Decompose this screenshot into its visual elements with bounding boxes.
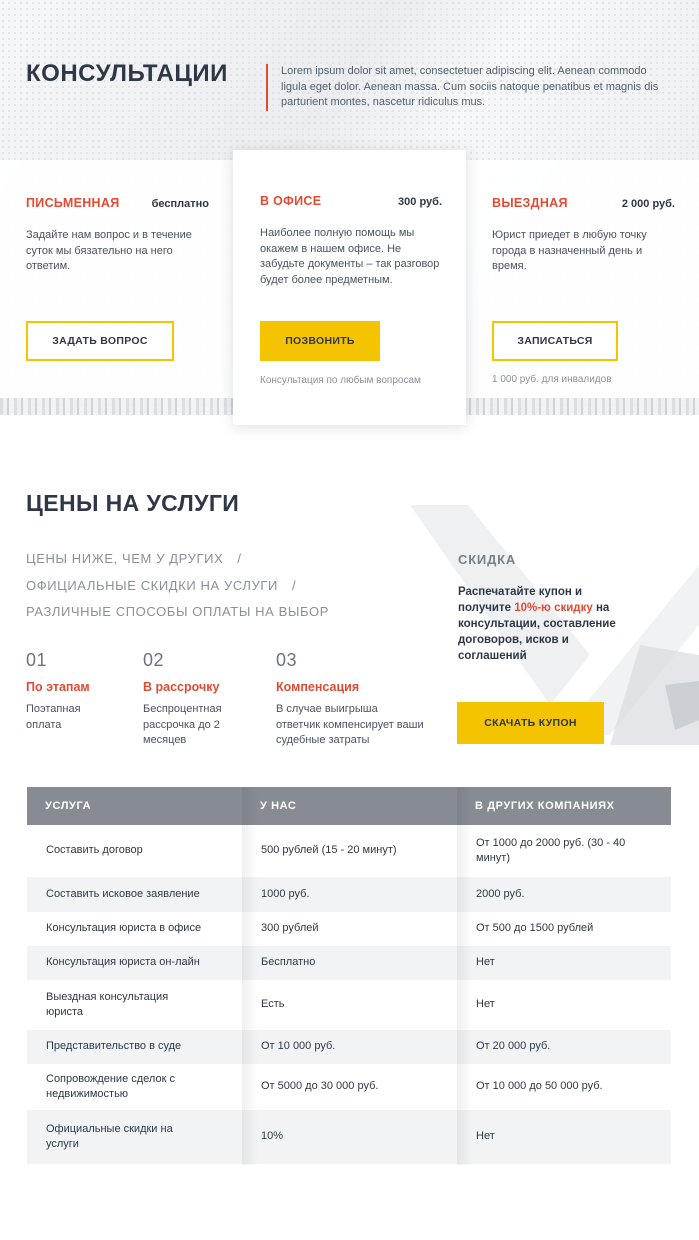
table-cell: От 10 000 до 50 000 руб.: [476, 1080, 603, 1093]
benefit-item: ЦЕНЫ НИЖЕ, ЧЕМ У ДРУГИХ /: [26, 551, 242, 566]
table-cell: От 500 до 1500 рублей: [476, 922, 594, 935]
table-header-ours: У НАС: [242, 787, 457, 825]
benefit-text: РАЗЛИЧНЫЕ СПОСОБЫ ОПЛАТЫ НА ВЫБОР: [26, 604, 329, 619]
prices-title: ЦЕНЫ НА УСЛУГИ: [26, 490, 240, 516]
table-cell: Есть: [261, 998, 285, 1011]
step-number: 01: [26, 650, 48, 670]
step-description: Поэтапная оплата: [26, 703, 81, 731]
discount-highlight: 10%-ю скидку: [514, 602, 593, 614]
table-row: Выездная консультация юриста Есть Нет: [27, 980, 671, 1030]
consult-card-visit: ВЫЕЗДНАЯ 2 000 руб. Юрист приедет в любу…: [466, 160, 699, 398]
table-row: Консультация юриста в офисе 300 рублей О…: [27, 912, 671, 946]
card-description: Наиболее полную помощь мы окажем в нашем…: [260, 227, 440, 286]
table-cell: Консультация юриста в офисе: [46, 922, 202, 935]
table-header-service: УСЛУГА: [27, 787, 242, 825]
table-cell: От 20 000 руб.: [476, 1040, 551, 1053]
consult-card-office: В ОФИСЕ 300 руб. Наиболее полную помощь …: [233, 150, 466, 425]
table-cell: От 1000 до 2000 руб. (30 - 40 минут): [476, 836, 626, 865]
table-cell: Консультация юриста он-лайн: [46, 956, 200, 969]
card-name: ВЫЕЗДНАЯ: [492, 196, 568, 210]
table-cell: Сопровождение сделок с недвижимостью: [46, 1072, 175, 1101]
card-name: ПИСЬМЕННАЯ: [26, 196, 120, 210]
payment-step: 03 Компенсация В случае выигрыша ответчи…: [276, 650, 426, 749]
table-cell: Бесплатно: [261, 956, 316, 969]
discount-text: Распечатайте купон и получите 10%-ю скид…: [458, 584, 638, 664]
card-note: 1 000 руб. для инвалидов: [492, 374, 612, 385]
table-row: Сопровождение сделок с недвижимостью От …: [27, 1064, 671, 1110]
benefit-separator: /: [292, 578, 297, 593]
table-cell: 1000 руб.: [261, 887, 310, 900]
step-name: Компенсация: [276, 680, 360, 694]
card-price: бесплатно: [151, 198, 209, 210]
card-description: Юрист приедет в любую точку города в наз…: [492, 229, 647, 272]
table-cell: Нет: [476, 998, 495, 1011]
step-number: 02: [143, 650, 165, 670]
card-name: В ОФИСЕ: [260, 194, 322, 208]
benefit-text: ОФИЦИАЛЬНЫЕ СКИДКИ НА УСЛУГИ: [26, 578, 278, 593]
consultations-description: Lorem ipsum dolor sit amet, consectetuer…: [266, 64, 666, 111]
discount-title: СКИДКА: [458, 552, 517, 567]
table-header-others: В ДРУГИХ КОМПАНИЯХ: [457, 787, 671, 825]
card-price: 300 руб.: [398, 196, 442, 208]
table-cell: 10%: [261, 1130, 284, 1143]
benefit-item: ОФИЦИАЛЬНЫЕ СКИДКИ НА УСЛУГИ /: [26, 578, 296, 593]
consult-card-written: ПИСЬМЕННАЯ бесплатно Задайте нам вопрос …: [0, 160, 233, 398]
benefit-item: РАЗЛИЧНЫЕ СПОСОБЫ ОПЛАТЫ НА ВЫБОР: [26, 604, 329, 619]
card-price: 2 000 руб.: [621, 198, 675, 210]
sign-up-button[interactable]: ЗАПИСАТЬСЯ: [492, 321, 618, 361]
consultations-title: КОНСУЛЬТАЦИИ: [26, 60, 228, 87]
ask-question-button[interactable]: ЗАДАТЬ ВОПРОС: [26, 321, 174, 361]
table-cell: Представительство в суде: [46, 1040, 182, 1053]
benefit-separator: /: [237, 551, 242, 566]
table-cell: Составить договор: [46, 844, 143, 857]
table-cell: 500 рублей (15 - 20 минут): [261, 844, 397, 857]
table-row: Официальные скидки на услуги 10% Нет: [27, 1110, 671, 1164]
table-cell: От 10 000 руб.: [261, 1040, 336, 1053]
step-description: В случае выигрыша ответчик компенсирует …: [276, 703, 424, 746]
download-coupon-button[interactable]: СКАЧАТЬ КУПОН: [457, 702, 604, 744]
table-row: Консультация юриста он-лайн Бесплатно Не…: [27, 946, 671, 980]
table-cell: От 5000 до 30 000 руб.: [261, 1080, 379, 1093]
benefit-text: ЦЕНЫ НИЖЕ, ЧЕМ У ДРУГИХ: [26, 551, 224, 566]
table-cell: Нет: [476, 1130, 495, 1143]
table-cell: 2000 руб.: [476, 887, 525, 900]
table-cell: Составить исковое заявление: [46, 887, 200, 900]
step-description: Беспроцентная рассрочка до 2 месяцев: [143, 703, 222, 746]
step-name: По этапам: [26, 680, 90, 694]
table-cell: Официальные скидки на услуги: [46, 1122, 173, 1151]
table-row: Составить договор 500 рублей (15 - 20 ми…: [27, 825, 671, 877]
card-note: Консультация по любым вопросам: [260, 375, 421, 386]
payment-step: 01 По этапам Поэтапная оплата: [26, 650, 136, 733]
step-number: 03: [276, 650, 298, 670]
table-row: Представительство в суде От 10 000 руб. …: [27, 1030, 671, 1064]
table-cell: Выездная консультация юриста: [46, 990, 169, 1019]
payment-step: 02 В рассрочку Беспроцентная рассрочка д…: [143, 650, 253, 749]
table-row: Составить исковое заявление 1000 руб. 20…: [27, 877, 671, 912]
table-cell: Нет: [476, 956, 495, 969]
card-description: Задайте нам вопрос и в течение суток мы …: [26, 229, 192, 272]
table-cell: 300 рублей: [261, 922, 319, 935]
call-button[interactable]: ПОЗВОНИТЬ: [260, 321, 380, 361]
step-name: В рассрочку: [143, 680, 220, 694]
